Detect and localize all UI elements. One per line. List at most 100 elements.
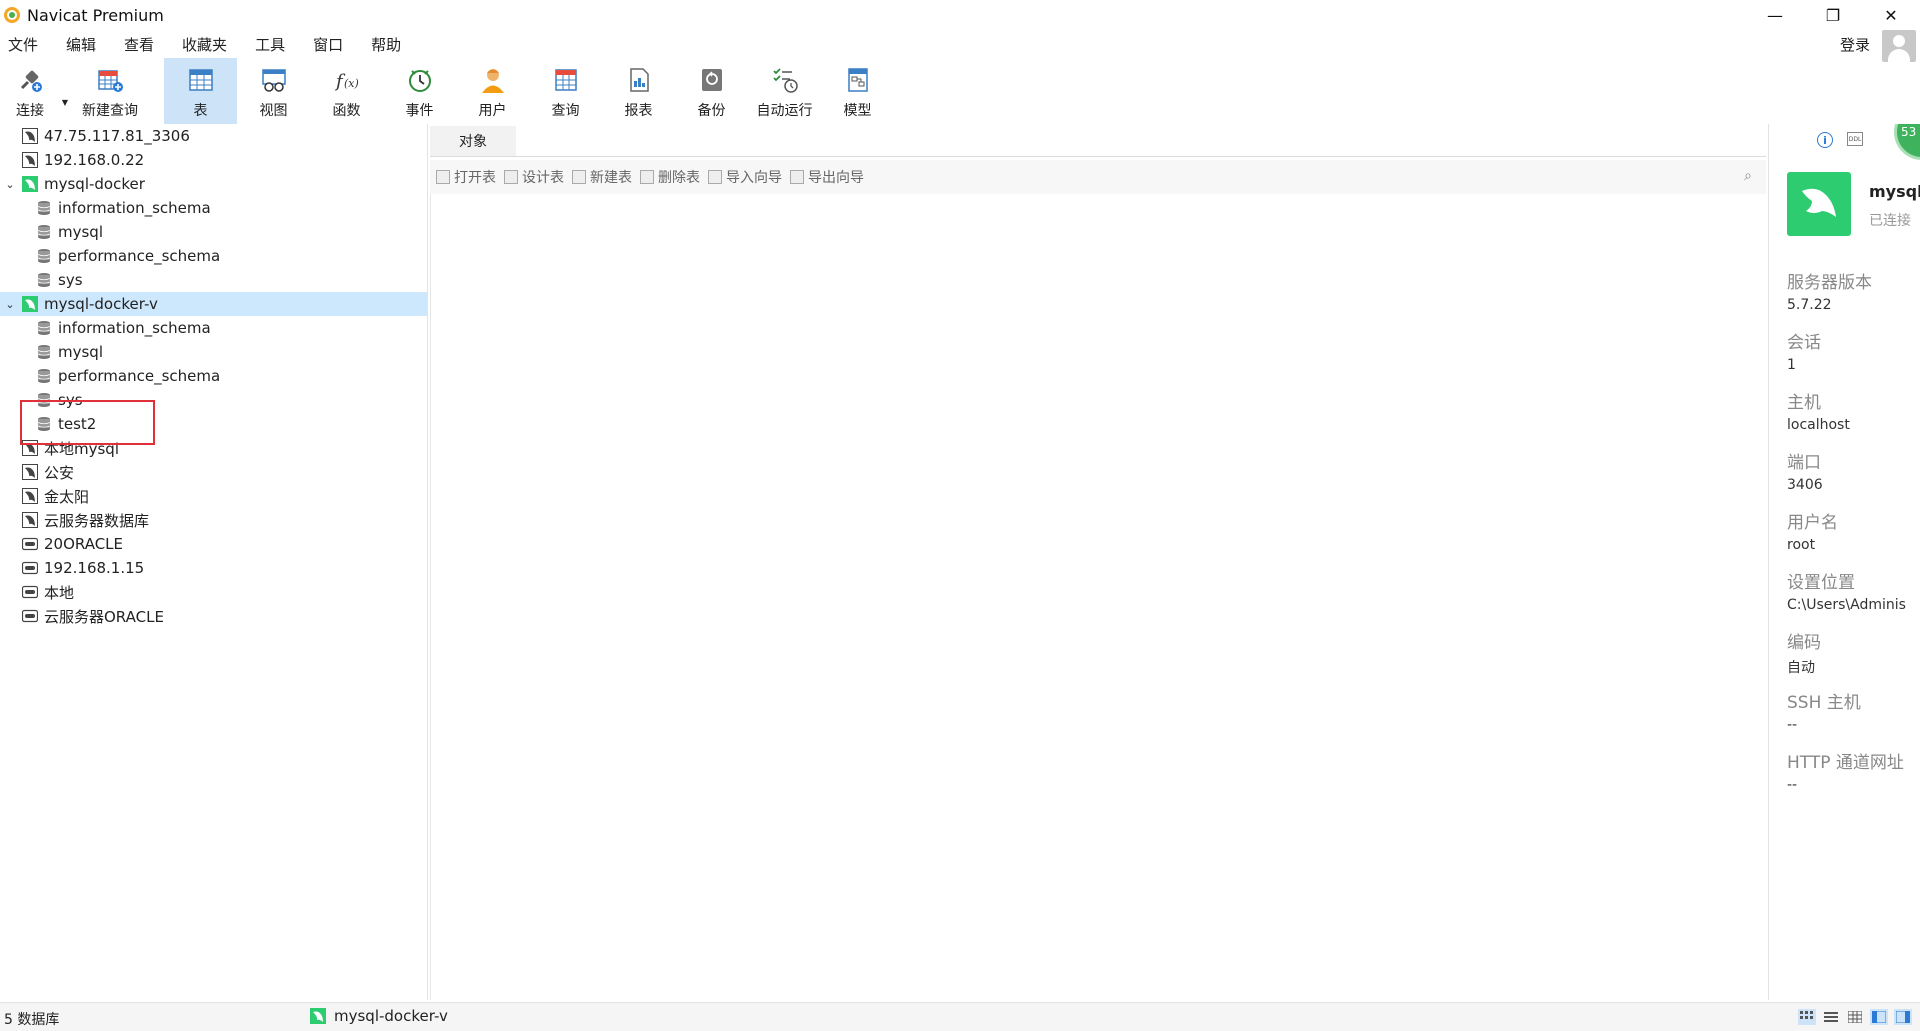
tree-database-item[interactable]: information_schema: [0, 196, 427, 220]
menu-edit[interactable]: 编辑: [66, 34, 96, 55]
info-key: 主机: [1787, 393, 1821, 413]
info-key: 设置位置: [1787, 573, 1855, 593]
mysql-connected-icon: [22, 176, 38, 192]
tree-database-item[interactable]: mysql: [0, 340, 427, 364]
toolbar-backup-button[interactable]: 备份: [675, 58, 748, 124]
tree-connection-item[interactable]: ⌄ mysql-docker: [0, 172, 427, 196]
connect-dropdown-icon[interactable]: ▼: [60, 80, 70, 124]
tree-connection-item[interactable]: 云服务器ORACLE: [0, 604, 427, 628]
connection-status: 已连接: [1869, 213, 1911, 229]
toolbar-function-button[interactable]: f (x) 函数: [310, 58, 383, 124]
toolbar-table-button[interactable]: 表: [164, 58, 237, 124]
database-icon: [37, 273, 51, 287]
info-icon[interactable]: i: [1817, 132, 1833, 148]
restore-button[interactable]: ❐: [1804, 0, 1862, 30]
menu-help[interactable]: 帮助: [371, 34, 401, 55]
navicat-logo-icon: [4, 7, 20, 23]
toolbar-connect-button[interactable]: 连接: [0, 58, 60, 124]
mysql-disconnected-icon: [22, 152, 38, 168]
notification-badge[interactable]: 53: [1894, 124, 1920, 160]
open-table-icon: [436, 170, 450, 184]
tree-connection-item[interactable]: 47.75.117.81_3306: [0, 124, 427, 148]
tree-connection-item[interactable]: ⌄ mysql-docker-v: [0, 292, 427, 316]
tree-item-label: mysql-docker: [44, 175, 145, 193]
export-icon: [790, 170, 804, 184]
connect-plug-icon: [15, 65, 45, 95]
tree-item-label: 20ORACLE: [44, 535, 124, 553]
menu-window[interactable]: 窗口: [313, 34, 343, 55]
tree-item-label: information_schema: [58, 319, 211, 337]
tree-connection-item[interactable]: 金太阳: [0, 484, 427, 508]
info-key: 用户名: [1787, 513, 1838, 533]
tree-item-label: performance_schema: [58, 247, 221, 265]
oracle-connection-icon: [22, 585, 38, 599]
oracle-connection-icon: [22, 609, 38, 623]
toolbar-model-button[interactable]: 模型: [821, 58, 894, 124]
tree-database-item[interactable]: performance_schema: [0, 244, 427, 268]
tree-item-label: mysql: [58, 223, 103, 241]
chevron-down-icon[interactable]: ⌄: [0, 298, 20, 311]
toolbar-new-query-button[interactable]: 新建查询: [70, 58, 150, 124]
tree-database-item[interactable]: information_schema: [0, 316, 427, 340]
menu-view[interactable]: 查看: [124, 34, 154, 55]
toolbar-user-button[interactable]: 用户: [456, 58, 529, 124]
toggle-left-pane-icon[interactable]: [1870, 1009, 1888, 1025]
open-table-button[interactable]: 打开表: [436, 167, 496, 187]
database-icon: [37, 369, 51, 383]
window-title: Navicat Premium: [27, 5, 164, 25]
tree-connection-item[interactable]: 192.168.0.22: [0, 148, 427, 172]
new-table-icon: [572, 170, 586, 184]
svg-text:(x): (x): [344, 77, 359, 90]
toolbar-query-button[interactable]: 查询: [529, 58, 602, 124]
tree-database-item[interactable]: mysql: [0, 220, 427, 244]
tab-objects[interactable]: 对象: [430, 126, 516, 156]
new-table-button[interactable]: 新建表: [572, 167, 632, 187]
info-value: root: [1787, 537, 1816, 553]
tree-item-label: 192.168.1.15: [44, 559, 145, 577]
tree-connection-item[interactable]: 20ORACLE: [0, 532, 427, 556]
title-bar: Navicat Premium — ❐ ✕: [0, 0, 1920, 30]
minimize-button[interactable]: —: [1746, 0, 1804, 30]
info-field: SSH 主机 --: [1787, 688, 1861, 733]
search-icon[interactable]: ⌕: [1744, 168, 1752, 184]
tree-connection-item[interactable]: 公安: [0, 460, 427, 484]
info-value: 1: [1787, 357, 1796, 373]
tree-connection-item[interactable]: 192.168.1.15: [0, 556, 427, 580]
menu-favorites[interactable]: 收藏夹: [182, 34, 227, 55]
tree-database-item[interactable]: performance_schema: [0, 364, 427, 388]
info-panel: i DDL 53 mysql 已连接 服务器版本 5.7.22 会话 1 主机 local…: [1768, 124, 1920, 1000]
table-icon: [186, 65, 216, 95]
toolbar-report-button[interactable]: 报表: [602, 58, 675, 124]
tree-item-label: 47.75.117.81_3306: [44, 127, 190, 145]
info-field: 用户名 root: [1787, 508, 1838, 553]
object-list-area[interactable]: [430, 194, 1767, 1000]
mysql-connected-icon: [22, 296, 38, 312]
database-icon: [37, 345, 51, 359]
design-table-button[interactable]: 设计表: [504, 167, 564, 187]
detail-view-icon[interactable]: [1846, 1009, 1864, 1025]
login-link[interactable]: 登录: [1840, 34, 1870, 55]
tree-connection-item[interactable]: 云服务器数据库: [0, 508, 427, 532]
info-key: 会话: [1787, 333, 1821, 353]
ddl-icon[interactable]: DDL: [1847, 132, 1863, 146]
tree-connection-item[interactable]: 本地: [0, 580, 427, 604]
close-icon: ✕: [1884, 5, 1898, 25]
close-button[interactable]: ✕: [1862, 0, 1920, 30]
menu-file[interactable]: 文件: [8, 34, 38, 55]
export-wizard-button[interactable]: 导出向导: [790, 167, 864, 187]
mysql-disconnected-icon: [22, 488, 38, 504]
list-view-icon[interactable]: [1822, 1009, 1840, 1025]
toggle-right-pane-icon[interactable]: [1894, 1009, 1912, 1025]
tree-item-label: performance_schema: [58, 367, 221, 385]
import-wizard-button[interactable]: 导入向导: [708, 167, 782, 187]
toolbar-view-button[interactable]: 视图: [237, 58, 310, 124]
delete-table-button[interactable]: 删除表: [640, 167, 700, 187]
tree-database-item[interactable]: sys: [0, 268, 427, 292]
chevron-down-icon[interactable]: ⌄: [0, 178, 20, 191]
toolbar-event-button[interactable]: 事件: [383, 58, 456, 124]
menu-tools[interactable]: 工具: [255, 34, 285, 55]
toolbar-auto-run-button[interactable]: 自动运行: [748, 58, 821, 124]
grid-view-icon[interactable]: [1798, 1009, 1816, 1025]
mysql-connection-icon: [310, 1008, 326, 1024]
design-table-icon: [504, 170, 518, 184]
